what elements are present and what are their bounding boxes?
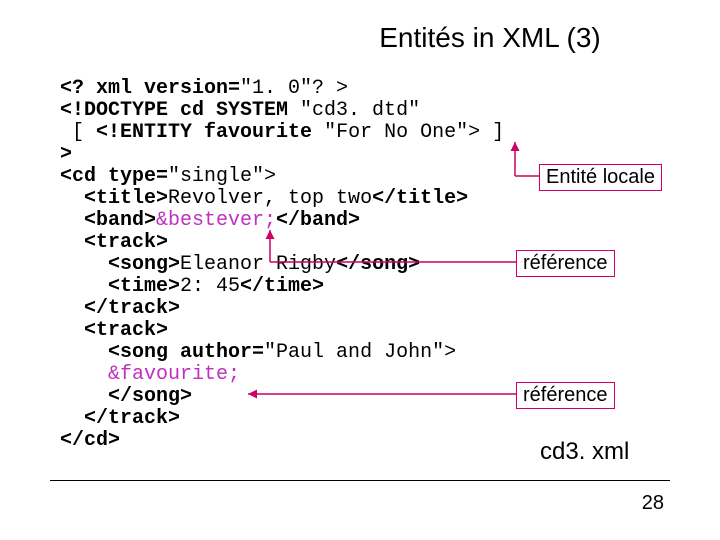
- line-4: >: [60, 143, 72, 166]
- line-2: <!DOCTYPE cd SYSTEM "cd3. dtd": [60, 99, 420, 122]
- line-7: <band>&bestever;</band>: [60, 209, 360, 232]
- filename-caption: cd3. xml: [540, 438, 629, 466]
- line-17: </cd>: [60, 429, 120, 452]
- slide: Entités in XML (3) <? xml version="1. 0"…: [0, 0, 720, 540]
- footer-rule: [50, 480, 670, 481]
- line-12: <track>: [60, 319, 168, 342]
- code-block: <? xml version="1. 0"? > <!DOCTYPE cd SY…: [60, 78, 504, 452]
- line-8: <track>: [60, 231, 168, 254]
- line-13: <song author="Paul and John">: [60, 341, 456, 364]
- line-9: <song>Eleanor Rigby</song>: [60, 253, 420, 276]
- line-3: [ <!ENTITY favourite "For No One"> ]: [60, 121, 504, 144]
- line-1: <? xml version="1. 0"? >: [60, 77, 348, 100]
- label-reference-1: référence: [516, 250, 615, 277]
- line-6: <title>Revolver, top two</title>: [60, 187, 468, 210]
- label-entite-locale: Entité locale: [539, 164, 662, 191]
- page-number: 28: [642, 492, 664, 515]
- line-16: </track>: [60, 407, 180, 430]
- line-5: <cd type="single">: [60, 165, 276, 188]
- slide-title: Entités in XML (3): [0, 22, 720, 54]
- line-10: <time>2: 45</time>: [60, 275, 324, 298]
- line-14: &favourite;: [60, 363, 240, 386]
- line-15: </song>: [60, 385, 192, 408]
- label-reference-2: référence: [516, 382, 615, 409]
- line-11: </track>: [60, 297, 180, 320]
